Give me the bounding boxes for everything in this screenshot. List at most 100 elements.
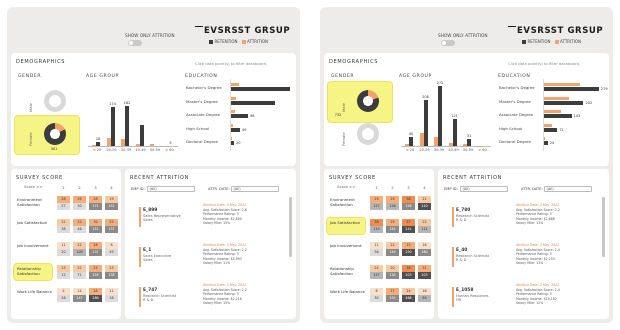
survey-retention-cell[interactable]: 111	[418, 226, 431, 233]
survey-retention-cell[interactable]: 156	[402, 203, 415, 210]
survey-retention-cell[interactable]: 28	[57, 295, 70, 302]
survey-attrition-cell[interactable]: 21	[57, 219, 70, 226]
education-attrition-bar[interactable]	[543, 123, 552, 127]
survey-retention-cell[interactable]: 30	[370, 295, 383, 302]
survey-attrition-cell[interactable]: 29	[73, 196, 86, 203]
age-retention-bar[interactable]	[125, 105, 129, 146]
education-attrition-bar[interactable]	[543, 96, 569, 100]
age-attrition-bar[interactable]	[434, 136, 438, 146]
survey-attrition-cell[interactable]: 22	[73, 265, 86, 272]
survey-attrition-cell[interactable]: 22	[418, 219, 431, 226]
survey-retention-cell[interactable]: 126	[386, 203, 399, 210]
age-retention-bar[interactable]	[409, 137, 413, 146]
education-retention-bar[interactable]	[543, 87, 599, 91]
survey-retention-cell[interactable]: 127	[370, 203, 383, 210]
survey-attrition-cell[interactable]: 38	[370, 219, 383, 226]
survey-attrition-cell[interactable]: 27	[386, 288, 399, 295]
age-attrition-bar[interactable]	[448, 143, 453, 146]
gender-male-donut[interactable]	[44, 90, 66, 112]
survey-attrition-cell[interactable]: 37	[402, 219, 415, 226]
survey-retention-cell[interactable]: 119	[370, 226, 383, 233]
age-retention-bar[interactable]	[467, 139, 471, 146]
survey-retention-cell[interactable]: 286	[89, 295, 102, 302]
education-retention-bar[interactable]	[543, 100, 584, 105]
survey-attrition-cell[interactable]: 16	[418, 242, 431, 249]
education-retention-bar[interactable]	[230, 100, 275, 105]
age-retention-bar[interactable]	[438, 85, 442, 146]
age-retention-bar[interactable]	[110, 107, 115, 146]
survey-attrition-cell[interactable]: 25	[105, 219, 118, 226]
survey-retention-cell[interactable]: 159	[89, 272, 102, 279]
education-attrition-bar[interactable]	[543, 83, 581, 86]
age-attrition-bar[interactable]	[106, 137, 111, 146]
survey-attrition-cell[interactable]: 28	[89, 196, 102, 203]
survey-attrition-cell[interactable]: 38	[402, 265, 415, 272]
attrition-employee-card[interactable]: E_899 Sales Representative Sales	[143, 208, 201, 222]
survey-retention-cell[interactable]: 171	[89, 203, 102, 210]
attrition-employee-card[interactable]: E_780 Research Scientist R & D	[456, 208, 514, 222]
survey-attrition-cell[interactable]: 38	[402, 196, 415, 203]
education-retention-bar[interactable]	[543, 127, 558, 132]
survey-attrition-cell[interactable]: 19	[105, 196, 118, 203]
survey-retention-cell[interactable]: 144	[386, 226, 399, 233]
survey-retention-cell[interactable]: 152	[105, 203, 118, 210]
survey-retention-cell[interactable]: 49	[105, 249, 118, 256]
gender-male-donut[interactable]	[357, 90, 379, 112]
education-retention-bar[interactable]	[230, 114, 248, 118]
recent-scrollbar[interactable]	[289, 197, 292, 257]
emp-id-select[interactable]: (All)	[147, 186, 195, 192]
survey-retention-cell[interactable]: 210	[418, 203, 431, 210]
survey-retention-cell[interactable]: 20	[57, 249, 70, 256]
age-attrition-bar[interactable]	[135, 143, 140, 146]
survey-attrition-cell[interactable]: 25	[386, 219, 399, 226]
survey-attrition-cell[interactable]: 6	[370, 288, 383, 295]
survey-attrition-cell[interactable]: 11	[370, 242, 383, 249]
survey-retention-cell[interactable]: 18	[105, 295, 118, 302]
survey-attrition-cell[interactable]: 25	[402, 242, 415, 249]
survey-retention-cell[interactable]: 466	[402, 295, 415, 302]
age-retention-bar[interactable]	[139, 124, 144, 146]
survey-attrition-cell[interactable]: 31	[418, 265, 431, 272]
survey-attrition-cell[interactable]: 28	[89, 288, 102, 295]
age-retention-bar[interactable]	[452, 119, 457, 146]
education-retention-bar[interactable]	[543, 114, 572, 118]
education-retention-bar[interactable]	[230, 87, 290, 91]
education-attrition-bar[interactable]	[230, 83, 239, 86]
recent-scrollbar[interactable]	[602, 197, 605, 257]
age-retention-bar[interactable]	[96, 142, 100, 146]
survey-attrition-cell[interactable]: 28	[89, 242, 102, 249]
survey-retention-cell[interactable]: 155	[386, 295, 399, 302]
survey-attrition-cell[interactable]: 22	[73, 242, 86, 249]
survey-retention-cell[interactable]: 36	[370, 249, 383, 256]
survey-attrition-cell[interactable]: 24	[402, 288, 415, 295]
education-attrition-bar[interactable]	[543, 110, 561, 113]
survey-retention-cell[interactable]: 151	[89, 226, 102, 233]
survey-attrition-cell[interactable]: 14	[73, 288, 86, 295]
survey-retention-cell[interactable]: 203	[418, 272, 431, 279]
survey-retention-cell[interactable]: 147	[73, 295, 86, 302]
age-attrition-bar[interactable]	[463, 144, 467, 146]
survey-attrition-cell[interactable]: 23	[57, 265, 70, 272]
age-attrition-bar[interactable]	[121, 139, 125, 146]
emp-id-select[interactable]: (All)	[460, 186, 508, 192]
age-attrition-bar[interactable]	[92, 145, 96, 146]
survey-retention-cell[interactable]: 149	[386, 249, 399, 256]
survey-retention-cell[interactable]: 203	[402, 272, 415, 279]
survey-retention-cell[interactable]: 241	[402, 226, 415, 233]
education-attrition-bar[interactable]	[230, 110, 235, 113]
survey-retention-cell[interactable]: 130	[386, 272, 399, 279]
survey-retention-cell[interactable]: 27	[57, 203, 70, 210]
attr-date-select[interactable]: (All)	[544, 186, 592, 192]
survey-retention-cell[interactable]: 109	[73, 249, 86, 256]
age-attrition-bar[interactable]	[150, 144, 154, 146]
survey-retention-cell[interactable]: 138	[105, 272, 118, 279]
survey-attrition-cell[interactable]: 25	[370, 196, 383, 203]
survey-attrition-cell[interactable]: 30	[89, 219, 102, 226]
age-retention-bar[interactable]	[423, 99, 428, 146]
gender-female-donut[interactable]	[357, 123, 379, 145]
survey-attrition-cell[interactable]: 4	[57, 288, 70, 295]
survey-attrition-cell[interactable]: 33	[73, 219, 86, 226]
education-attrition-bar[interactable]	[230, 96, 236, 100]
attrition-employee-card[interactable]: E_747 Research Scientist R & D	[143, 288, 201, 302]
survey-attrition-cell[interactable]: 23	[105, 265, 118, 272]
